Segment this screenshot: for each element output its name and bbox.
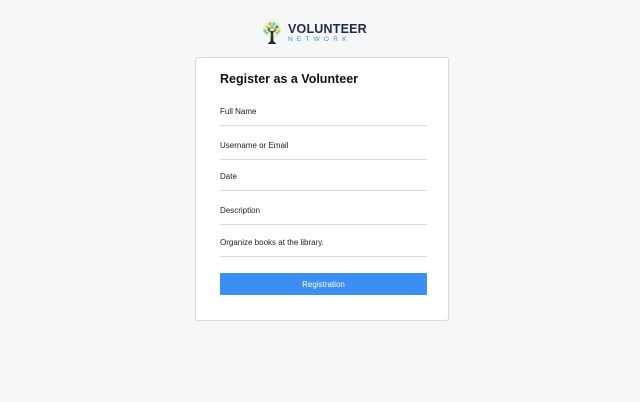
username-email-field[interactable]: Username or Email — [220, 140, 427, 160]
brand-name: VOLUNTEER — [288, 21, 367, 36]
date-field[interactable]: Date — [220, 171, 427, 191]
registration-card: Register as a Volunteer Full Name Userna… — [195, 57, 449, 321]
page: VOLUNTEER NETWORK Register as a Voluntee… — [0, 0, 640, 402]
registration-button[interactable]: Registration — [220, 273, 427, 295]
description-label: Description — [220, 206, 261, 215]
username-email-label: Username or Email — [220, 141, 289, 150]
full-name-label: Full Name — [220, 107, 257, 116]
form-title: Register as a Volunteer — [220, 72, 359, 86]
brand-wordmark: VOLUNTEER NETWORK — [288, 21, 367, 44]
full-name-field[interactable]: Full Name — [220, 106, 427, 126]
date-label: Date — [220, 172, 237, 181]
brand-logo[interactable]: VOLUNTEER NETWORK — [258, 18, 367, 48]
description-field[interactable]: Description — [220, 205, 427, 225]
tree-icon — [263, 20, 281, 44]
task-field[interactable]: Organize books at the library. — [220, 237, 427, 257]
task-value: Organize books at the library. — [220, 238, 324, 247]
brand-tagline: NETWORK — [288, 36, 351, 43]
